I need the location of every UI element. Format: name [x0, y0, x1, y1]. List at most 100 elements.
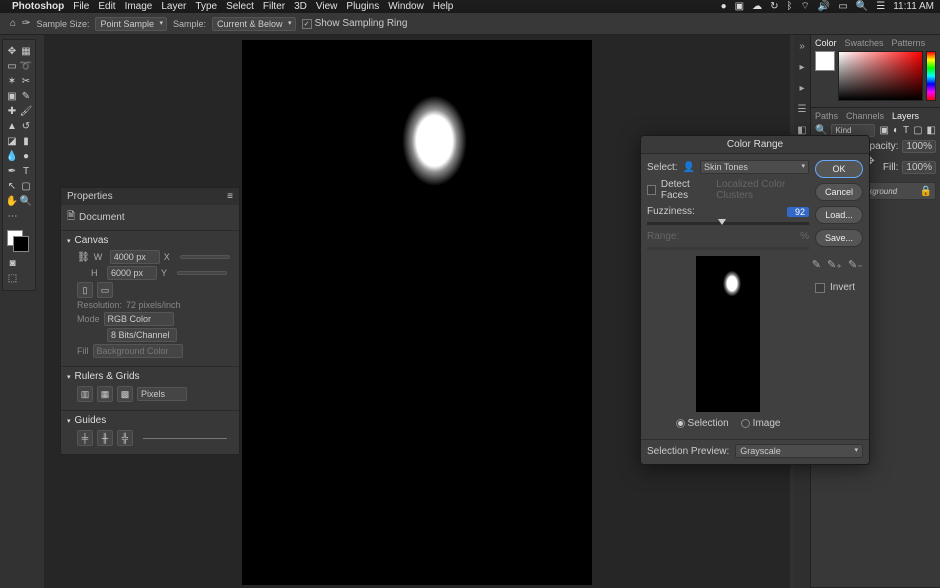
eyedropper-add-icon[interactable]: ✎₊: [827, 258, 842, 271]
link-icon[interactable]: ⛓: [77, 252, 90, 263]
dialog-title[interactable]: Color Range: [641, 136, 869, 154]
height-input[interactable]: 6000 px: [107, 266, 157, 280]
panel-icon[interactable]: ▸: [799, 62, 804, 73]
sample-dropdown[interactable]: Current & Below: [212, 17, 296, 31]
ruler-icon[interactable]: ▥: [77, 386, 93, 402]
bluetooth-icon[interactable]: ᛒ: [786, 1, 792, 12]
filter-type-icon[interactable]: T: [903, 125, 909, 136]
tab-patterns[interactable]: Patterns: [892, 38, 926, 48]
edit-toolbar[interactable]: ⋯: [5, 209, 20, 224]
tab-paths[interactable]: Paths: [815, 111, 838, 121]
select-dropdown[interactable]: Skin Tones: [700, 160, 809, 174]
clock[interactable]: 11:11 AM: [893, 1, 934, 12]
document-canvas[interactable]: [242, 40, 592, 585]
clone-tool[interactable]: ▲: [5, 119, 19, 134]
y-input[interactable]: [177, 271, 227, 275]
tab-layers[interactable]: Layers: [892, 111, 919, 121]
dodge-tool[interactable]: ●: [19, 149, 33, 164]
color-swatch-fg[interactable]: [815, 51, 835, 71]
wifi-icon[interactable]: ⌔: [800, 0, 809, 13]
status-icon[interactable]: ▣: [735, 1, 744, 12]
filter-pixel-icon[interactable]: ▣: [879, 125, 888, 136]
panel-icon[interactable]: ▸: [799, 83, 804, 94]
menu-3d[interactable]: 3D: [294, 1, 307, 12]
save-button[interactable]: Save...: [815, 229, 863, 247]
orient-landscape-icon[interactable]: ▭: [97, 282, 113, 298]
type-tool[interactable]: T: [19, 164, 33, 179]
load-button[interactable]: Load...: [815, 206, 863, 224]
grid2-icon[interactable]: ▩: [117, 386, 133, 402]
screenmode-tool[interactable]: ⬚: [5, 271, 20, 286]
tab-color[interactable]: Color: [815, 38, 837, 48]
color-field[interactable]: [838, 51, 923, 101]
mode-dropdown[interactable]: RGB Color: [104, 312, 174, 326]
selection-radio[interactable]: Selection: [676, 418, 729, 429]
status-icon[interactable]: ●: [721, 1, 727, 12]
menu-edit[interactable]: Edit: [98, 1, 115, 12]
grid-icon[interactable]: ▦: [97, 386, 113, 402]
history-brush-tool[interactable]: ↺: [19, 119, 33, 134]
home-icon[interactable]: ⌂: [10, 18, 16, 29]
detect-faces-checkbox[interactable]: [647, 185, 656, 195]
selection-preview[interactable]: [696, 256, 760, 412]
menu-window[interactable]: Window: [388, 1, 424, 12]
move-tool[interactable]: ✥: [5, 44, 19, 59]
preview-dropdown[interactable]: Grayscale: [735, 444, 863, 458]
lasso-tool[interactable]: ➰: [19, 59, 33, 74]
canvas-section-title[interactable]: Canvas: [67, 235, 233, 246]
cloud-icon[interactable]: ☁: [752, 1, 762, 12]
guide-icon[interactable]: ╫: [97, 430, 113, 446]
menu-select[interactable]: Select: [226, 1, 254, 12]
hue-slider[interactable]: [926, 51, 936, 101]
guide-icon[interactable]: ╪: [77, 430, 93, 446]
eraser-tool[interactable]: ◪: [5, 134, 19, 149]
menu-type[interactable]: Type: [195, 1, 217, 12]
fill-dropdown[interactable]: Background Color: [93, 344, 183, 358]
menu-filter[interactable]: Filter: [263, 1, 285, 12]
crop-tool[interactable]: ✂: [19, 74, 33, 89]
eyedropper-sub-icon[interactable]: ✎₋: [848, 258, 863, 271]
menu-view[interactable]: View: [316, 1, 338, 12]
brush-tool[interactable]: 🖌: [19, 104, 33, 119]
eyedropper-icon[interactable]: ✎: [812, 258, 821, 271]
invert-checkbox[interactable]: [815, 283, 825, 293]
mac-menubar[interactable]: Photoshop File Edit Image Layer Type Sel…: [0, 0, 940, 13]
filter-shape-icon[interactable]: ▢: [913, 125, 922, 136]
color-swatch[interactable]: [5, 230, 31, 252]
image-radio[interactable]: Image: [741, 418, 781, 429]
x-input[interactable]: [180, 255, 230, 259]
control-center-icon[interactable]: ☰: [876, 1, 885, 12]
shape-tool[interactable]: ▢: [19, 179, 33, 194]
fuzziness-slider[interactable]: [647, 222, 809, 225]
ok-button[interactable]: OK: [815, 160, 863, 178]
gradient-tool[interactable]: ▮: [19, 134, 33, 149]
path-select-tool[interactable]: ↖: [5, 179, 19, 194]
orient-portrait-icon[interactable]: ▯: [77, 282, 93, 298]
tab-swatches[interactable]: Swatches: [845, 38, 884, 48]
zoom-tool[interactable]: 🔍: [19, 194, 33, 209]
depth-dropdown[interactable]: 8 Bits/Channel: [107, 328, 177, 342]
cancel-button[interactable]: Cancel: [815, 183, 863, 201]
pen-tool[interactable]: ✒: [5, 164, 19, 179]
fill-input[interactable]: 100%: [902, 161, 936, 174]
filter-adjust-icon[interactable]: ◐: [893, 125, 899, 136]
sample-size-dropdown[interactable]: Point Sample: [95, 17, 167, 31]
artboard-tool[interactable]: ▦: [19, 44, 33, 59]
lock-icon[interactable]: 🔒: [920, 186, 932, 197]
unit-dropdown[interactable]: Pixels: [137, 387, 187, 401]
search-icon[interactable]: 🔍: [856, 1, 868, 12]
show-sampling-ring-checkbox[interactable]: Show Sampling Ring: [302, 18, 408, 29]
eyedropper-tool[interactable]: ✎: [19, 89, 33, 104]
menu-plugins[interactable]: Plugins: [346, 1, 379, 12]
menu-file[interactable]: File: [73, 1, 89, 12]
healing-tool[interactable]: ✚: [5, 104, 19, 119]
tab-channels[interactable]: Channels: [846, 111, 884, 121]
menu-image[interactable]: Image: [125, 1, 153, 12]
quickmask-tool[interactable]: ◙: [5, 256, 20, 271]
rulers-section-title[interactable]: Rulers & Grids: [67, 371, 233, 382]
background-color[interactable]: [13, 236, 29, 252]
guides-section-title[interactable]: Guides: [67, 415, 233, 426]
blur-tool[interactable]: 💧: [5, 149, 19, 164]
panel-icon[interactable]: ☰: [798, 104, 807, 115]
guide-icon[interactable]: ╬: [117, 430, 133, 446]
